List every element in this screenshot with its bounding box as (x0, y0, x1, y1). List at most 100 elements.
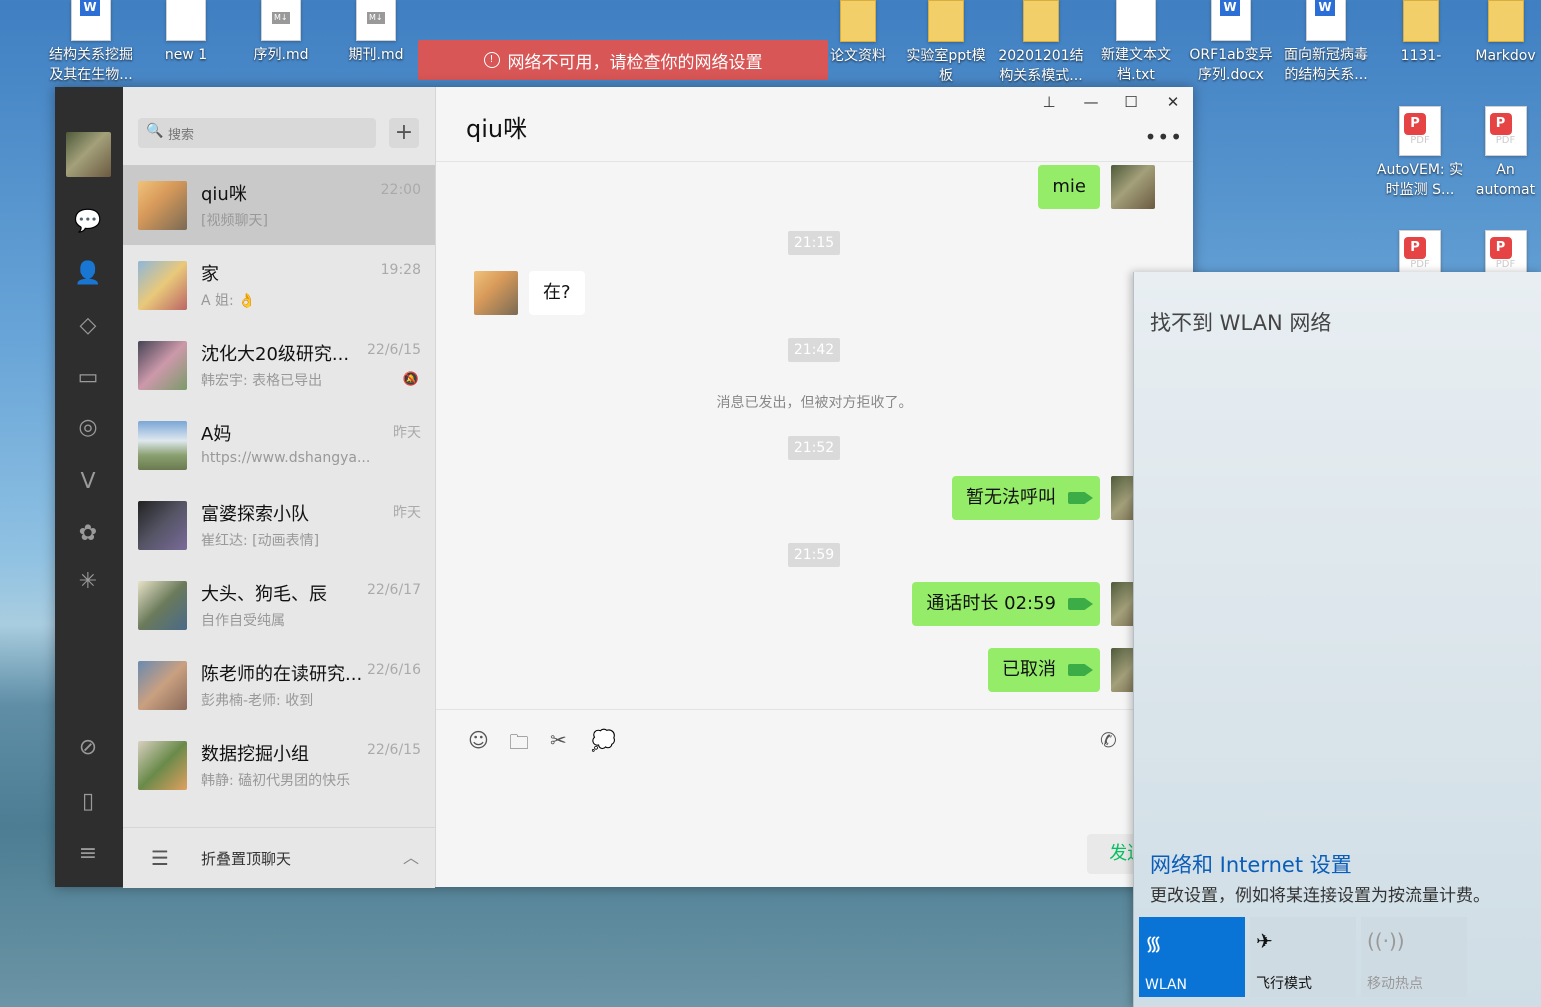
fold-pinned-chats-bar[interactable]: ☰ 折叠置顶聊天 ︿ (123, 827, 435, 888)
wechat-window: 💬 👤 ◇ ▭ ◎ ᐯ ✿ ✳ ⊘ ▯ ≡ 🔍 + qiu咪 22:00 [视频… (55, 87, 1193, 888)
video-call-bubble[interactable]: 暂无法呼叫 (952, 476, 1100, 520)
message-bubble-sent[interactable]: mie (1038, 165, 1100, 209)
desktop-icon-txt[interactable]: 新建文本文档.txt (1090, 0, 1182, 85)
wlan-toggle-tile[interactable]: ᯾ WLAN (1139, 917, 1245, 997)
markdown-file-icon (261, 0, 301, 41)
screenshot-scissors-icon[interactable]: ✂ (550, 728, 567, 752)
chat-name: 沈化大20级研究... (201, 344, 350, 365)
desktop-icon-new1[interactable]: new 1 (140, 0, 232, 65)
folder-icon[interactable]: ▭ (73, 363, 103, 393)
maximize-button[interactable]: ☐ (1116, 91, 1146, 113)
chat-preview: [视频聊天] (201, 213, 268, 229)
chat-history-icon[interactable]: 💭 (591, 728, 616, 752)
chat-item[interactable]: 富婆探索小队 昨天 崔红达: [动画表情] (123, 485, 435, 565)
desktop-icon-md[interactable]: 期刊.md (330, 0, 422, 65)
chat-name: 家 (201, 264, 219, 285)
pin-icon[interactable]: ⊥ (1034, 91, 1064, 113)
message-bubble-received[interactable]: 在? (529, 271, 585, 315)
phone-icon[interactable]: ▯ (73, 787, 103, 817)
chat-time: 22/6/16 (367, 662, 421, 678)
text-file-icon (1116, 0, 1156, 41)
file-icon[interactable]: 🗀 (509, 728, 529, 762)
favorites-icon[interactable]: ◇ (73, 311, 103, 341)
desktop-icon-word-file[interactable]: 结构关系挖掘及其在生物... (45, 0, 137, 85)
folder-icon (1487, 0, 1524, 42)
emoji-icon[interactable]: ☺ (468, 728, 489, 752)
desktop-icon-pdf[interactable]: An automat (1470, 106, 1541, 200)
video-call-bubble[interactable]: 已取消 (988, 648, 1100, 692)
discover-icon[interactable]: ✳ (73, 567, 103, 597)
chat-list-pane: 🔍 + qiu咪 22:00 [视频聊天] 家 19:28 A 姐: 👌 沈化大… (123, 87, 436, 888)
mobile-hotspot-tile: ((·)) 移动热点 (1361, 917, 1467, 997)
link-icon[interactable]: ⊘ (73, 733, 103, 763)
search-icon: 🔍 (146, 123, 164, 139)
desktop-icon-label: 实验室ppt模板 (906, 48, 986, 84)
desktop-icon-md[interactable]: 序列.md (235, 0, 327, 65)
chat-item[interactable]: 数据挖掘小组 22/6/15 韩静: 磕初代男团的快乐 (123, 725, 435, 805)
chat-preview: https://www.dshangya... (201, 450, 371, 466)
phone-call-icon[interactable]: ✆ (1100, 728, 1117, 752)
navigation-rail: 💬 👤 ◇ ▭ ◎ ᐯ ✿ ✳ ⊘ ▯ ≡ (55, 87, 123, 887)
desktop-icon-folder[interactable]: 20201201结构关系模式... (995, 0, 1087, 86)
desktop-icon-label: 序列.md (253, 47, 309, 63)
desktop-icon-pdf[interactable]: AutoVEM: 实时监测 S... (1374, 106, 1466, 200)
add-button[interactable]: + (389, 118, 419, 148)
desktop-icon-label: An automat (1475, 162, 1536, 198)
video-call-bubble[interactable]: 通话时长 02:59 (912, 582, 1100, 626)
desktop-icon-label: 结构关系挖掘及其在生物... (49, 47, 133, 83)
chat-time: 22/6/15 (367, 742, 421, 758)
contacts-icon[interactable]: 👤 (73, 259, 103, 289)
folder-icon (1403, 0, 1439, 42)
moments-icon[interactable]: ◎ (73, 413, 103, 443)
chat-item[interactable]: A妈 昨天 https://www.dshangya... (123, 405, 435, 485)
timestamp: 21:52 (788, 436, 840, 460)
menu-icon[interactable]: ≡ (73, 839, 103, 869)
chat-item[interactable]: 沈化大20级研究... 22/6/15 韩宏宇: 表格已导出 🔕 (123, 325, 435, 405)
desktop-icon-label: 20201201结构关系模式... (998, 48, 1084, 84)
channels-icon[interactable]: ᐯ (73, 467, 103, 497)
network-settings-link[interactable]: 网络和 Internet 设置 (1150, 849, 1352, 879)
more-options-icon[interactable]: ••• (1145, 125, 1183, 149)
chat-item[interactable]: 大头、狗毛、辰 22/6/17 自作自受纯属 (123, 565, 435, 645)
airplane-icon: ✈ (1256, 929, 1273, 953)
desktop-icon-folder[interactable]: 1131- (1375, 0, 1467, 66)
toast-text: 网络不可用，请检查你的网络设置 (507, 52, 763, 73)
desktop-icon-word-file[interactable]: 面向新冠病毒的结构关系... (1280, 0, 1372, 85)
minimize-button[interactable]: — (1076, 91, 1106, 113)
desktop-icon-folder[interactable]: 实验室ppt模板 (900, 0, 992, 86)
desktop-icon-label: ORF1ab变异序列.docx (1189, 47, 1273, 83)
desktop-icon-folder[interactable]: Markdov (1470, 0, 1541, 66)
wifi-icon: ᯾ (1145, 931, 1163, 955)
tile-label: 飞行模式 (1256, 976, 1312, 992)
chat-item[interactable]: 陈老师的在读研究... 22/6/16 彭弗楠-老师: 收到 (123, 645, 435, 725)
mini-program-icon[interactable]: ✿ (73, 519, 103, 549)
conversation-title: qiu咪 (466, 115, 528, 143)
chat-name: 数据挖掘小组 (201, 744, 309, 765)
user-avatar[interactable] (66, 132, 111, 177)
chat-icon[interactable]: 💬 (73, 207, 103, 237)
search-box[interactable]: 🔍 (138, 118, 376, 148)
chat-item[interactable]: qiu咪 22:00 [视频聊天] (123, 165, 435, 245)
markdown-file-icon (356, 0, 396, 41)
chat-name: 大头、狗毛、辰 (201, 584, 327, 605)
list-icon: ☰ (151, 846, 169, 870)
message-text: 在? (543, 282, 571, 303)
airplane-mode-tile[interactable]: ✈ 飞行模式 (1250, 917, 1356, 997)
chat-avatar (138, 181, 187, 230)
chat-preview: 自作自受纯属 (201, 613, 285, 629)
search-input[interactable] (166, 122, 370, 146)
my-avatar[interactable] (1111, 165, 1155, 209)
word-file-icon (1306, 0, 1346, 41)
message-text: mie (1052, 176, 1086, 197)
chat-item[interactable]: 家 19:28 A 姐: 👌 (123, 245, 435, 325)
chat-time: 昨天 (393, 425, 421, 441)
network-settings-description: 更改设置，例如将某连接设置为按流量计费。 (1150, 886, 1490, 906)
close-button[interactable]: ✕ (1158, 91, 1188, 113)
chat-avatar (138, 421, 187, 470)
contact-avatar[interactable] (474, 271, 518, 315)
chat-preview: 韩宏宇: 表格已导出 (201, 373, 323, 389)
message-text: 通话时长 02:59 (926, 593, 1056, 614)
pdf-file-icon (1484, 106, 1527, 156)
desktop-icon-word-file[interactable]: ORF1ab变异序列.docx (1185, 0, 1277, 85)
document-icon (166, 0, 206, 41)
